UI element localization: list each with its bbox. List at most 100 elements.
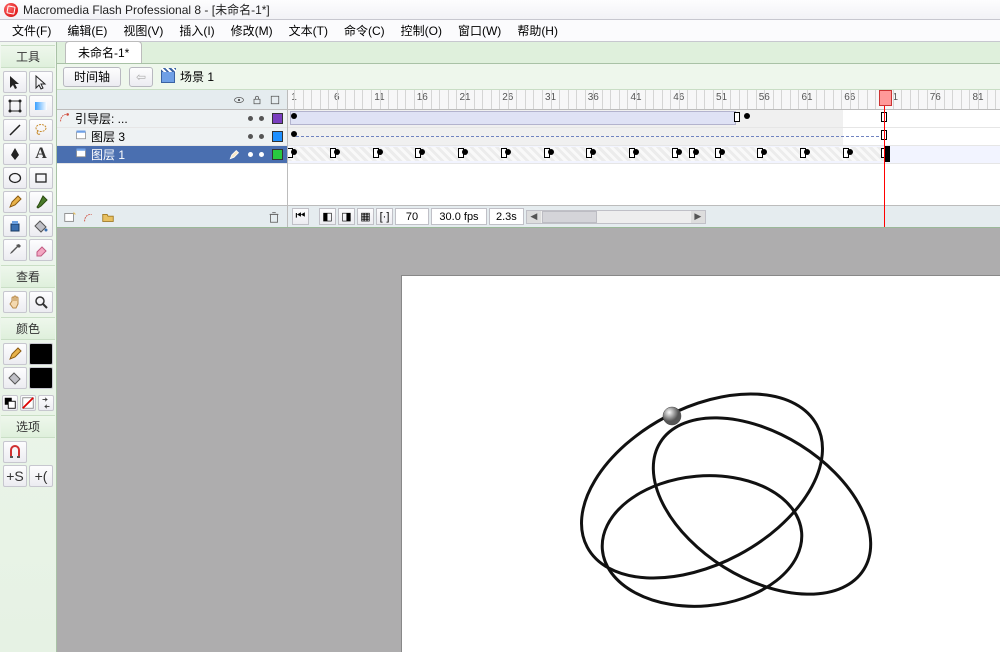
pencil-tool[interactable]: [3, 191, 27, 213]
scene-icon: [161, 71, 175, 83]
tools-panel-title: 工具: [1, 45, 55, 68]
playhead[interactable]: [884, 90, 885, 227]
onion-markers-button[interactable]: [·]: [376, 208, 393, 225]
back-button[interactable]: ⇦: [129, 67, 153, 87]
timeline-toggle-button[interactable]: 时间轴: [63, 67, 121, 87]
oval-tool[interactable]: [3, 167, 27, 189]
timeline-scrollbar[interactable]: ◀ ▶: [526, 210, 706, 224]
elapsed-time-field: 2.3s: [489, 208, 524, 225]
menu-command[interactable]: 命令(C): [336, 20, 393, 41]
menu-modify[interactable]: 修改(M): [223, 20, 281, 41]
scene-breadcrumb[interactable]: 场景 1: [161, 68, 214, 85]
menu-file[interactable]: 文件(F): [4, 20, 59, 41]
lasso-tool[interactable]: [29, 119, 53, 141]
fill-color-swatch[interactable]: [3, 367, 27, 389]
layer-row-3[interactable]: 图层 3: [57, 128, 287, 146]
timeline-footer: ⏮ ◧ ◨ ▦ [·] 70 30.0 fps 2.3s ◀ ▶: [288, 205, 1000, 227]
menu-control[interactable]: 控制(O): [393, 20, 450, 41]
document-tab[interactable]: 未命名-1*: [65, 41, 142, 63]
rewind-button[interactable]: ⏮: [292, 208, 309, 225]
stage-viewport[interactable]: [57, 228, 1000, 652]
no-color-button[interactable]: [20, 395, 36, 411]
paint-bucket-tool[interactable]: [29, 215, 53, 237]
scene-bar: 时间轴 ⇦ 场景 1: [57, 64, 1000, 90]
window-title: Macromedia Flash Professional 8 - [未命名-1…: [23, 1, 270, 18]
line-tool[interactable]: [3, 119, 27, 141]
brush-tool[interactable]: [29, 191, 53, 213]
gradient-transform-tool[interactable]: [29, 95, 53, 117]
layer-name: 引导层: ...: [73, 110, 244, 127]
menu-text[interactable]: 文本(T): [281, 20, 336, 41]
snap-option[interactable]: [3, 441, 27, 463]
menu-view[interactable]: 视图(V): [115, 20, 171, 41]
outline-icon[interactable]: [269, 94, 281, 106]
menu-insert[interactable]: 插入(I): [171, 20, 222, 41]
color-panel-title: 颜色: [1, 317, 55, 340]
eyedropper-tool[interactable]: [3, 239, 27, 261]
document-tabs: 未命名-1*: [57, 42, 1000, 64]
eraser-tool[interactable]: [29, 239, 53, 261]
layer-swatch[interactable]: [272, 113, 283, 124]
app-body: 工具 A 查看 颜色: [0, 42, 1000, 652]
layer-swatch[interactable]: [272, 131, 283, 142]
stroke-color-value[interactable]: [29, 343, 53, 365]
selection-tool[interactable]: [3, 71, 27, 93]
tools-grid: A: [1, 68, 55, 264]
lock-icon[interactable]: [251, 94, 263, 106]
subselection-tool[interactable]: [29, 71, 53, 93]
eye-icon[interactable]: [233, 94, 245, 106]
frames-area[interactable]: 161116212631364146515661667176818691: [288, 90, 1000, 227]
fps-field[interactable]: 30.0 fps: [431, 208, 487, 225]
scroll-left-button[interactable]: ◀: [527, 211, 541, 223]
layer-icon: [73, 129, 89, 144]
layer-row-1[interactable]: 图层 1: [57, 146, 287, 164]
flash-app-icon: [4, 3, 18, 17]
stage-canvas[interactable]: [402, 276, 1000, 652]
zoom-tool[interactable]: [29, 291, 53, 313]
menu-window[interactable]: 窗口(W): [450, 20, 509, 41]
work-area: 未命名-1* 时间轴 ⇦ 场景 1: [57, 42, 1000, 652]
free-transform-tool[interactable]: [3, 95, 27, 117]
pen-tool[interactable]: [3, 143, 27, 165]
track-layer1[interactable]: [288, 146, 1000, 164]
tools-panel: 工具 A 查看 颜色: [0, 42, 57, 652]
hand-tool[interactable]: [3, 291, 27, 313]
new-guide-layer-button[interactable]: [81, 209, 97, 225]
smooth-option[interactable]: +S: [3, 465, 27, 487]
title-bar: Macromedia Flash Professional 8 - [未命名-1…: [0, 0, 1000, 20]
rectangle-tool[interactable]: [29, 167, 53, 189]
onion-skin-button[interactable]: ◧: [319, 208, 336, 225]
timeline-panel: 引导层: ... 图层 3 图层 1: [57, 90, 1000, 228]
scene-label: 场景 1: [180, 68, 214, 85]
current-frame-field[interactable]: 70: [395, 208, 429, 225]
ink-bottle-tool[interactable]: [3, 215, 27, 237]
fill-color-value[interactable]: [29, 367, 53, 389]
menu-bar: 文件(F) 编辑(E) 视图(V) 插入(I) 修改(M) 文本(T) 命令(C…: [0, 20, 1000, 42]
new-layer-button[interactable]: [62, 209, 78, 225]
stroke-color-swatch[interactable]: [3, 343, 27, 365]
track-guide[interactable]: [288, 110, 1000, 128]
scroll-right-button[interactable]: ▶: [691, 211, 705, 223]
layers-header: [57, 90, 287, 110]
default-colors-button[interactable]: [2, 395, 18, 411]
scroll-thumb[interactable]: [542, 211, 597, 223]
frame-ruler[interactable]: 161116212631364146515661667176818691: [288, 90, 1000, 110]
text-tool[interactable]: A: [29, 143, 53, 165]
view-panel-title: 查看: [1, 265, 55, 288]
layer-row-guide[interactable]: 引导层: ...: [57, 110, 287, 128]
layers-footer: [57, 205, 287, 227]
layer-swatch[interactable]: [272, 149, 283, 160]
options-panel-title: 选项: [1, 415, 55, 438]
track-layer3[interactable]: [288, 128, 1000, 146]
edit-multiple-frames-button[interactable]: ▦: [357, 208, 374, 225]
delete-layer-button[interactable]: [266, 209, 282, 225]
new-folder-button[interactable]: [100, 209, 116, 225]
straighten-option[interactable]: +(: [29, 465, 53, 487]
menu-help[interactable]: 帮助(H): [509, 20, 566, 41]
onion-skin-outline-button[interactable]: ◨: [338, 208, 355, 225]
layer-name: 图层 3: [89, 128, 244, 145]
layer-name: 图层 1: [89, 146, 224, 163]
swap-colors-button[interactable]: [38, 395, 54, 411]
menu-edit[interactable]: 编辑(E): [59, 20, 115, 41]
guide-layer-icon: [57, 110, 73, 127]
